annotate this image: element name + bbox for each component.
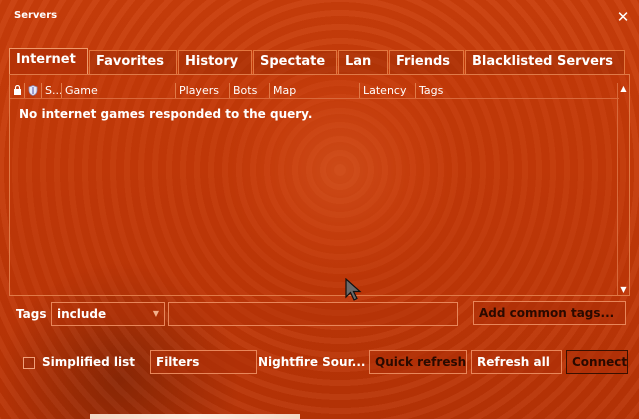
server-list: S... Game Players Bots Map Latency Tags … — [9, 74, 630, 296]
mouse-cursor-icon — [345, 277, 363, 306]
column-map[interactable]: Map — [270, 83, 360, 98]
tab-spectate[interactable]: Spectate — [253, 50, 337, 74]
add-common-tags-button[interactable]: Add common tags... — [473, 301, 626, 325]
refresh-all-button[interactable]: Refresh all — [471, 350, 562, 374]
tab-friends[interactable]: Friends — [389, 50, 464, 74]
column-players[interactable]: Players — [176, 83, 230, 98]
column-bots[interactable]: Bots — [230, 83, 270, 98]
tab-favorites[interactable]: Favorites — [89, 50, 177, 74]
empty-list-message: No internet games responded to the query… — [19, 107, 313, 121]
tab-blacklisted-servers[interactable]: Blacklisted Servers — [465, 50, 625, 74]
column-latency[interactable]: Latency — [360, 83, 416, 98]
tags-label: Tags — [16, 307, 47, 321]
window-title: Servers — [14, 10, 58, 21]
simplified-list-checkbox[interactable] — [23, 357, 35, 369]
column-game[interactable]: Game — [62, 83, 176, 98]
vertical-scrollbar[interactable]: ▲ ▼ — [617, 83, 629, 295]
simplified-list-label: Simplified list — [42, 355, 135, 369]
column-s[interactable]: S... — [42, 83, 62, 98]
column-header-row: S... Game Players Bots Map Latency Tags — [10, 83, 619, 99]
scroll-down-icon[interactable]: ▼ — [618, 284, 629, 295]
close-icon[interactable]: ✕ — [614, 8, 632, 26]
tab-history[interactable]: History — [178, 50, 252, 74]
taskbar-strip — [90, 414, 300, 419]
column-tags[interactable]: Tags — [416, 83, 619, 98]
servers-window: Servers ✕ Internet Favorites History Spe… — [0, 0, 639, 419]
lock-icon[interactable] — [10, 83, 25, 98]
tab-lan[interactable]: Lan — [338, 50, 388, 74]
connect-button[interactable]: Connect — [566, 350, 628, 374]
game-filter-label: Nightfire Sour... — [258, 355, 366, 369]
scroll-up-icon[interactable]: ▲ — [618, 83, 629, 94]
secure-shield-icon[interactable] — [25, 83, 42, 98]
tab-internet[interactable]: Internet — [9, 48, 88, 75]
quick-refresh-button[interactable]: Quick refresh — [369, 350, 467, 374]
tags-mode-dropdown[interactable]: include ▼ — [51, 302, 165, 326]
filters-button[interactable]: Filters — [150, 350, 257, 374]
tags-input[interactable] — [168, 302, 458, 326]
tags-mode-value: include — [57, 307, 107, 321]
chevron-down-icon: ▼ — [152, 309, 159, 318]
